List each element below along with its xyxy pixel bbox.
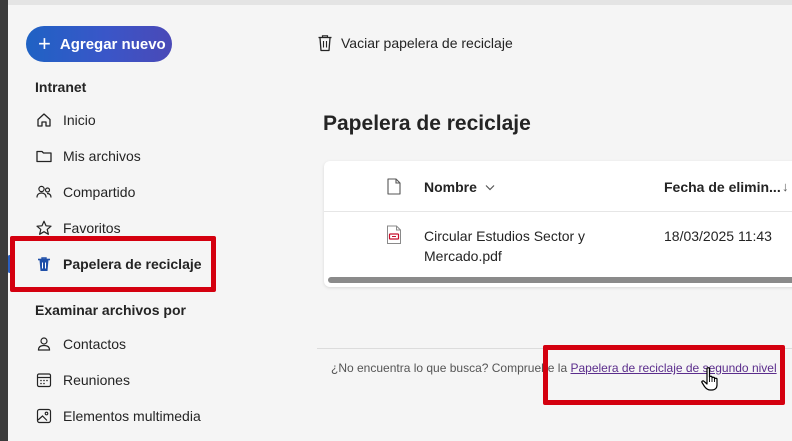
sidebar-item-label: Mis archivos bbox=[63, 148, 141, 164]
home-icon bbox=[35, 111, 53, 129]
sidebar-item-home[interactable]: Inicio bbox=[35, 106, 96, 134]
sidebar-item-label: Contactos bbox=[63, 336, 127, 352]
sidebar-item-shared[interactable]: Compartido bbox=[35, 178, 135, 206]
column-header-name[interactable]: Nombre bbox=[424, 179, 495, 195]
sidebar-item-my-files[interactable]: Mis archivos bbox=[35, 142, 141, 170]
person-icon bbox=[35, 335, 53, 353]
footer-prompt-text: ¿No encuentra lo que busca? Compruebe la bbox=[331, 361, 571, 375]
empty-recycle-bin-label: Vaciar papelera de reciclaje bbox=[341, 35, 513, 51]
highlight-box-sidebar bbox=[10, 236, 216, 292]
sidebar-item-label: Inicio bbox=[63, 112, 96, 128]
sort-arrow-icon[interactable]: ↓ bbox=[782, 179, 789, 194]
trash-outline-icon bbox=[317, 34, 333, 52]
sidebar-item-media[interactable]: Elementos multimedia bbox=[35, 402, 201, 430]
table-row[interactable]: Circular Estudios Sector y Mercado.pdf 1… bbox=[324, 213, 792, 271]
image-icon bbox=[35, 407, 53, 425]
sidebar-item-label: Compartido bbox=[63, 184, 136, 200]
plus-icon: + bbox=[38, 31, 51, 56]
section-intranet: Intranet bbox=[35, 79, 87, 95]
sidebar: + Agregar nuevo Intranet Inicio Mis arch… bbox=[8, 5, 295, 441]
sidebar-item-label: Reuniones bbox=[63, 372, 130, 388]
highlight-box-footer bbox=[543, 345, 785, 405]
add-new-label: Agregar nuevo bbox=[59, 35, 166, 53]
page-title: Papelera de reciclaje bbox=[323, 112, 531, 135]
horizontal-scrollbar[interactable] bbox=[328, 277, 792, 283]
file-date-deleted: 18/03/2025 11:43 bbox=[664, 228, 772, 244]
column-name-label: Nombre bbox=[424, 179, 477, 195]
file-list: Nombre Fecha de elimin... ↓ Circular Est… bbox=[324, 161, 792, 287]
section-browse-by: Examinar archivos por bbox=[35, 302, 186, 318]
folder-icon bbox=[35, 147, 53, 165]
calendar-icon bbox=[35, 371, 53, 389]
hand-cursor-icon bbox=[700, 366, 722, 397]
sidebar-item-label: Favoritos bbox=[63, 220, 121, 236]
file-type-icon bbox=[387, 178, 401, 200]
empty-recycle-bin-button[interactable]: Vaciar papelera de reciclaje bbox=[317, 32, 513, 54]
window-left-edge bbox=[0, 0, 8, 441]
people-icon bbox=[35, 183, 53, 201]
column-header-date-deleted[interactable]: Fecha de elimin... bbox=[664, 179, 781, 195]
sidebar-item-label: Elementos multimedia bbox=[63, 408, 201, 424]
add-new-button[interactable]: + Agregar nuevo bbox=[26, 26, 172, 62]
chevron-down-icon bbox=[485, 184, 495, 191]
sidebar-item-contacts[interactable]: Contactos bbox=[35, 330, 126, 358]
star-icon bbox=[35, 219, 53, 237]
file-name[interactable]: Circular Estudios Sector y Mercado.pdf bbox=[424, 226, 624, 266]
file-list-header: Nombre Fecha de elimin... ↓ bbox=[324, 161, 792, 212]
sidebar-item-meetings[interactable]: Reuniones bbox=[35, 366, 130, 394]
pdf-file-icon bbox=[386, 225, 402, 250]
